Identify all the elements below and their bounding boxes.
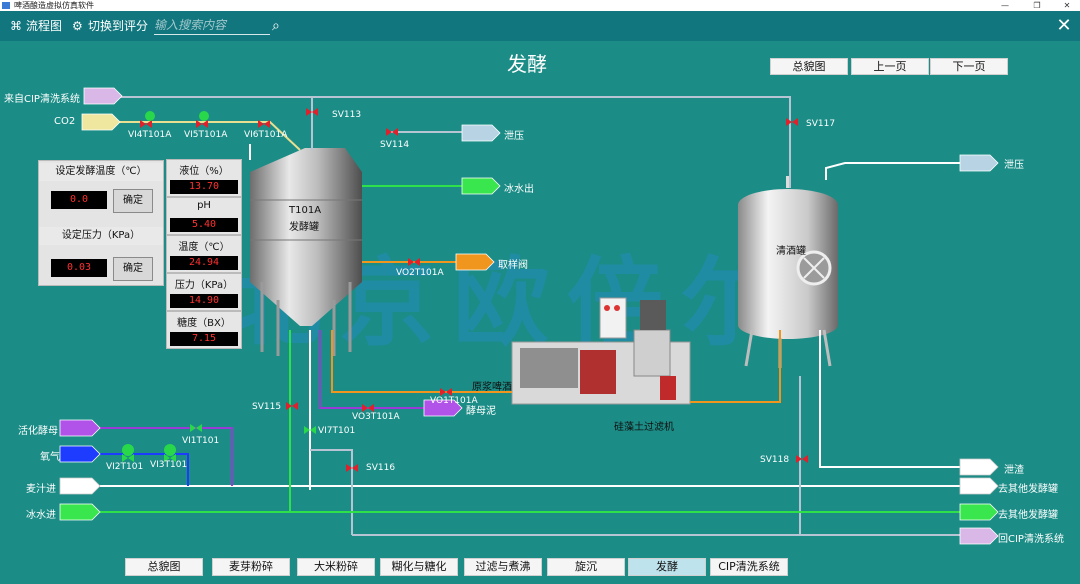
tank-name-label: 发酵罐: [289, 222, 319, 233]
valve-sv114-label: SV114: [380, 140, 410, 150]
ph-value: 5.40: [170, 218, 238, 232]
tank-id-label: T101A: [289, 205, 322, 216]
pressure-label: 压力（KPa）: [174, 280, 234, 291]
valve-vo2-label: VO2T101A: [396, 268, 444, 278]
fermentation-tank[interactable]: [250, 148, 362, 356]
level-measurement: 液位（%） 13.70: [166, 159, 242, 197]
temperature-label: 温度（℃）: [178, 242, 230, 253]
valve-vi2-label: VI2T101: [106, 462, 144, 472]
relief-label-2: 泄压: [1004, 160, 1024, 171]
temperature-value: 24.94: [170, 256, 238, 270]
process-diagram: [59, 87, 999, 545]
valve-sv116-label: SV116: [366, 463, 396, 473]
ph-measurement: pH 5.40: [166, 197, 242, 235]
bright-tank-label: 清酒罐: [776, 246, 806, 257]
tab-overview[interactable]: 总貌图: [125, 558, 203, 576]
level-value: 13.70: [170, 180, 238, 194]
set-pressure-input[interactable]: 0.03: [51, 259, 107, 277]
diatomite-filter[interactable]: [511, 297, 691, 405]
set-pressure-confirm-button[interactable]: 确定: [113, 257, 153, 281]
ice-water-in-label: 冰水进: [26, 510, 56, 521]
pressure-measurement: 压力（KPa） 14.90: [166, 273, 242, 311]
brix-label: 糖度（BX）: [177, 318, 231, 329]
tab-mashing[interactable]: 糊化与糖化: [380, 558, 458, 576]
valve-sv113-label: SV113: [332, 110, 362, 120]
oxygen-label: 氧气: [40, 452, 60, 463]
valve-vo3-label: VO3T101A: [352, 412, 400, 422]
tab-rice-milling[interactable]: 大米粉碎: [297, 558, 375, 576]
filter-label: 硅藻土过滤机: [614, 422, 674, 433]
set-temp-confirm-button[interactable]: 确定: [113, 189, 153, 213]
cip-in-label: 来自CIP清洗系统: [4, 94, 80, 105]
tab-malt-milling[interactable]: 麦芽粉碎: [212, 558, 290, 576]
brix-value: 7.15: [170, 332, 238, 346]
co2-label: CO2: [54, 116, 76, 127]
valve-vi4-label: VI4T101A: [128, 130, 172, 140]
back-cip-label: 回CIP清洗系统: [998, 534, 1064, 545]
temperature-measurement: 温度（℃） 24.94: [166, 235, 242, 273]
pressure-value: 14.90: [170, 294, 238, 308]
set-pressure-label: 设定压力（KPa）: [39, 227, 163, 245]
sample-valve-label: 取样阀: [498, 260, 528, 271]
valve-sv115-label: SV115: [252, 402, 282, 412]
level-label: 液位（%）: [179, 166, 229, 177]
raw-beer-label: 原浆啤酒: [472, 382, 512, 393]
set-temp-label: 设定发酵温度（℃）: [39, 163, 163, 181]
to-other-label-2: 去其他发酵罐: [998, 510, 1058, 521]
set-temp-input[interactable]: 0.0: [51, 191, 107, 209]
tab-fermentation[interactable]: 发酵: [628, 558, 706, 576]
valve-sv117-label: SV117: [806, 119, 836, 129]
slag-label: 泄渣: [1004, 465, 1024, 476]
brix-measurement: 糖度（BX） 7.15: [166, 311, 242, 349]
valve-sv118-label: SV118: [760, 455, 790, 465]
valve-vi3-label: VI3T101: [150, 460, 188, 470]
bright-beer-tank[interactable]: [738, 176, 838, 368]
valve-vi1-label: VI1T101: [182, 436, 220, 446]
ice-water-out-label: 冰水出: [504, 184, 534, 195]
relief-label-1: 泄压: [504, 131, 524, 142]
valve-vi7-label: VI7T101: [318, 426, 356, 436]
activated-yeast-label: 活化酵母: [18, 426, 58, 437]
wort-in-label: 麦汁进: [26, 484, 56, 495]
valve-vi5-label: VI5T101A: [184, 130, 228, 140]
setpoint-panel: 设定发酵温度（℃） 0.0 确定 设定压力（KPa） 0.03 确定: [38, 160, 164, 286]
tab-filter-boil[interactable]: 过滤与煮沸: [464, 558, 542, 576]
tab-cip[interactable]: CIP清洗系统: [710, 558, 788, 576]
valve-vi6-label: VI6T101A: [244, 130, 288, 140]
tab-whirlpool[interactable]: 旋沉: [547, 558, 625, 576]
ph-label: pH: [197, 200, 211, 211]
valve-vo1-label: VO1T101A: [430, 396, 478, 406]
to-other-label-1: 去其他发酵罐: [998, 484, 1058, 495]
